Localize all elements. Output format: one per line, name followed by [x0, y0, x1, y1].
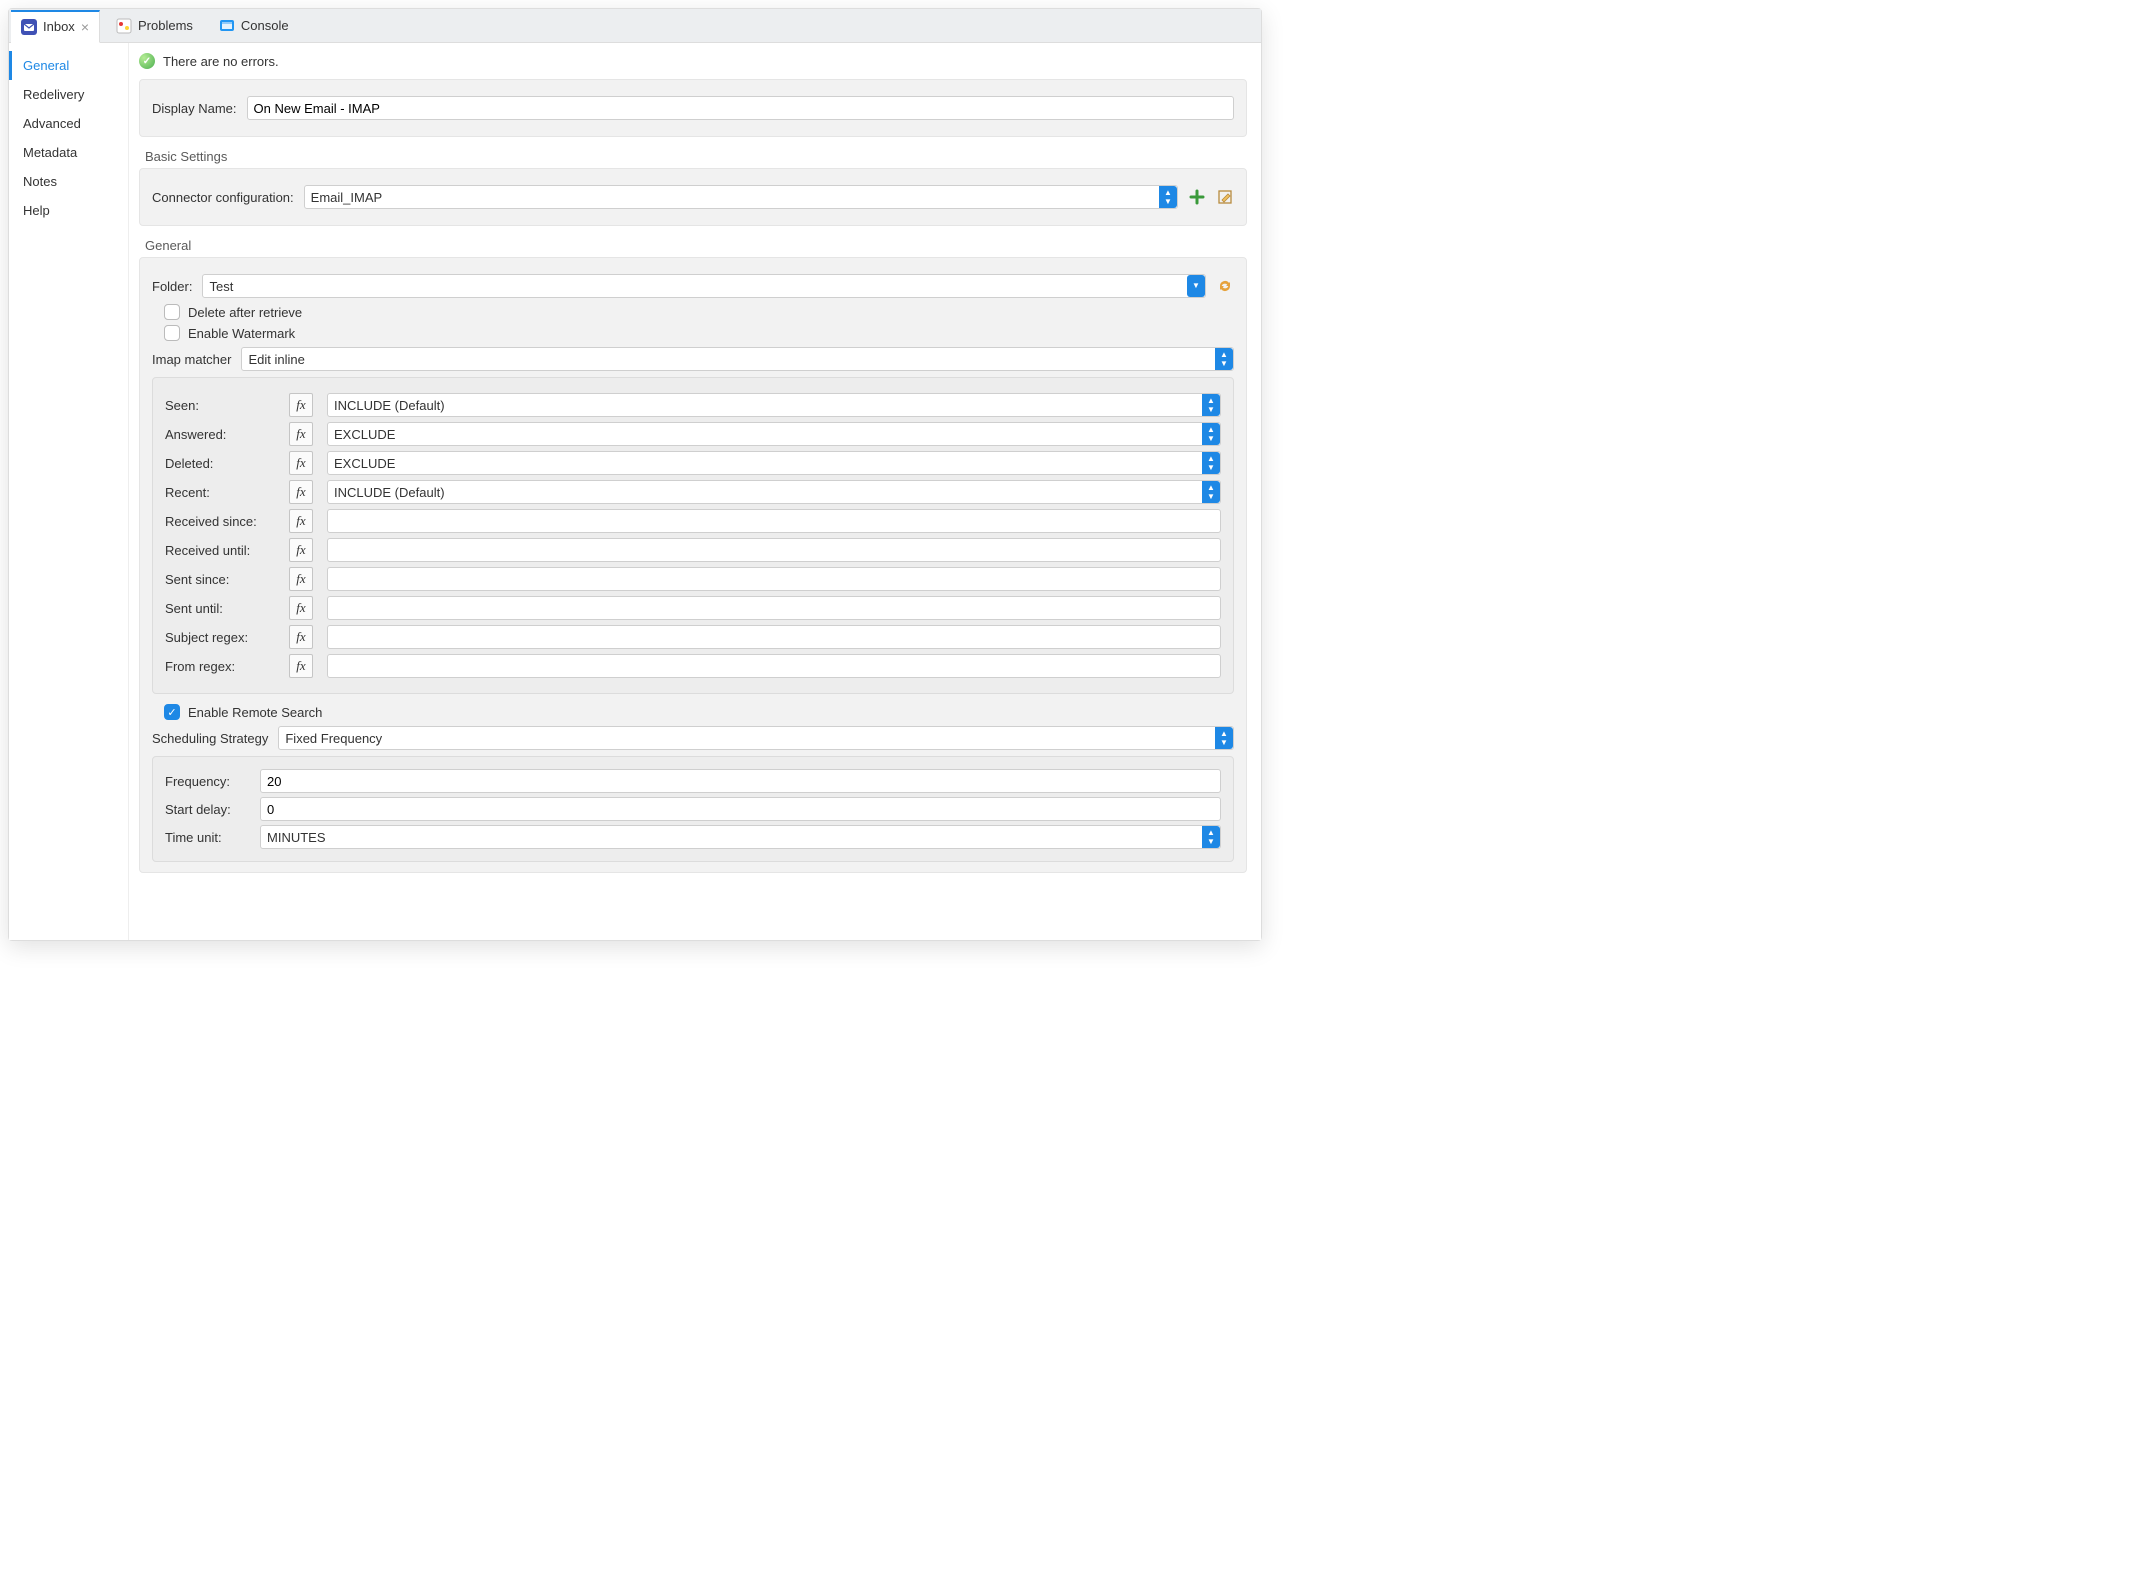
fx-button[interactable]: fx: [289, 422, 313, 446]
received-since-label: Received since:: [165, 514, 275, 529]
enable-watermark-checkbox[interactable]: [164, 325, 180, 341]
fx-button[interactable]: fx: [289, 538, 313, 562]
deleted-label: Deleted:: [165, 456, 275, 471]
subject-regex-label: Subject regex:: [165, 630, 275, 645]
ok-icon: ✓: [139, 53, 155, 69]
dropdown-arrow-icon: ▲▼: [1215, 727, 1233, 749]
display-name-label: Display Name:: [152, 101, 237, 116]
dropdown-arrow-icon: ▲▼: [1202, 826, 1220, 848]
tab-inbox[interactable]: Inbox ×: [11, 10, 100, 43]
basic-settings-title: Basic Settings: [145, 149, 1247, 164]
chevron-down-icon: ▼: [1187, 275, 1205, 297]
time-unit-select[interactable]: MINUTES ▲▼: [260, 825, 1221, 849]
fx-button[interactable]: fx: [289, 393, 313, 417]
fx-button[interactable]: fx: [289, 596, 313, 620]
deleted-select[interactable]: EXCLUDE ▲▼: [327, 451, 1221, 475]
delete-after-checkbox[interactable]: [164, 304, 180, 320]
tab-label: Inbox: [43, 19, 75, 34]
imap-matcher-value: Edit inline: [248, 352, 304, 367]
console-icon: [219, 18, 235, 34]
scheduling-panel: Frequency: Start delay: Time unit: MINUT…: [152, 756, 1234, 862]
recent-select[interactable]: INCLUDE (Default) ▲▼: [327, 480, 1221, 504]
subject-regex-input[interactable]: [327, 625, 1221, 649]
side-nav: General Redelivery Advanced Metadata Not…: [9, 43, 129, 940]
delete-after-label: Delete after retrieve: [188, 305, 302, 320]
nav-metadata[interactable]: Metadata: [9, 138, 128, 167]
fx-button[interactable]: fx: [289, 451, 313, 475]
sent-until-input[interactable]: [327, 596, 1221, 620]
tab-bar: Inbox × Problems Console: [9, 9, 1261, 43]
fx-button[interactable]: fx: [289, 654, 313, 678]
sent-until-label: Sent until:: [165, 601, 275, 616]
start-delay-input[interactable]: [260, 797, 1221, 821]
display-name-input[interactable]: [247, 96, 1234, 120]
imap-matcher-select[interactable]: Edit inline ▲▼: [241, 347, 1234, 371]
problems-icon: [116, 18, 132, 34]
tab-label: Console: [241, 18, 289, 33]
nav-notes[interactable]: Notes: [9, 167, 128, 196]
inbox-icon: [21, 19, 37, 35]
dropdown-arrow-icon: ▲▼: [1202, 481, 1220, 503]
dropdown-arrow-icon: ▲▼: [1202, 452, 1220, 474]
answered-select[interactable]: EXCLUDE ▲▼: [327, 422, 1221, 446]
edit-icon[interactable]: [1216, 188, 1234, 206]
recent-label: Recent:: [165, 485, 275, 500]
fx-button[interactable]: fx: [289, 625, 313, 649]
fx-button[interactable]: fx: [289, 567, 313, 591]
fx-button[interactable]: fx: [289, 509, 313, 533]
frequency-input[interactable]: [260, 769, 1221, 793]
received-until-label: Received until:: [165, 543, 275, 558]
status-row: ✓ There are no errors.: [139, 53, 1247, 69]
refresh-icon[interactable]: [1216, 277, 1234, 295]
seen-select[interactable]: INCLUDE (Default) ▲▼: [327, 393, 1221, 417]
enable-remote-search-label: Enable Remote Search: [188, 705, 322, 720]
dropdown-arrow-icon: ▲▼: [1202, 423, 1220, 445]
dropdown-arrow-icon: ▲▼: [1159, 186, 1177, 208]
enable-watermark-label: Enable Watermark: [188, 326, 295, 341]
tab-problems[interactable]: Problems: [106, 9, 203, 42]
dropdown-arrow-icon: ▲▼: [1215, 348, 1233, 370]
tab-label: Problems: [138, 18, 193, 33]
from-regex-label: From regex:: [165, 659, 275, 674]
connector-select[interactable]: Email_IMAP ▲▼: [304, 185, 1178, 209]
start-delay-label: Start delay:: [165, 802, 250, 817]
status-text: There are no errors.: [163, 54, 279, 69]
folder-select[interactable]: Test ▼: [202, 274, 1206, 298]
received-until-input[interactable]: [327, 538, 1221, 562]
tab-console[interactable]: Console: [209, 9, 299, 42]
dropdown-arrow-icon: ▲▼: [1202, 394, 1220, 416]
frequency-label: Frequency:: [165, 774, 250, 789]
from-regex-input[interactable]: [327, 654, 1221, 678]
seen-label: Seen:: [165, 398, 275, 413]
nav-help[interactable]: Help: [9, 196, 128, 225]
folder-value: Test: [209, 279, 233, 294]
sent-since-input[interactable]: [327, 567, 1221, 591]
nav-redelivery[interactable]: Redelivery: [9, 80, 128, 109]
nav-advanced[interactable]: Advanced: [9, 109, 128, 138]
received-since-input[interactable]: [327, 509, 1221, 533]
connector-label: Connector configuration:: [152, 190, 294, 205]
nav-general[interactable]: General: [9, 51, 128, 80]
fx-button[interactable]: fx: [289, 480, 313, 504]
connector-value: Email_IMAP: [311, 190, 383, 205]
scheduling-label: Scheduling Strategy: [152, 731, 268, 746]
enable-remote-search-checkbox[interactable]: ✓: [164, 704, 180, 720]
answered-label: Answered:: [165, 427, 275, 442]
content-pane: ✓ There are no errors. Display Name: Bas…: [129, 43, 1261, 940]
add-icon[interactable]: [1188, 188, 1206, 206]
imap-matcher-label: Imap matcher: [152, 352, 231, 367]
general-section-title: General: [145, 238, 1247, 253]
imap-matcher-panel: Seen: fx INCLUDE (Default) ▲▼ Answered: …: [152, 377, 1234, 694]
sent-since-label: Sent since:: [165, 572, 275, 587]
folder-label: Folder:: [152, 279, 192, 294]
scheduling-select[interactable]: Fixed Frequency ▲▼: [278, 726, 1234, 750]
close-icon[interactable]: ×: [81, 19, 89, 35]
time-unit-label: Time unit:: [165, 830, 250, 845]
